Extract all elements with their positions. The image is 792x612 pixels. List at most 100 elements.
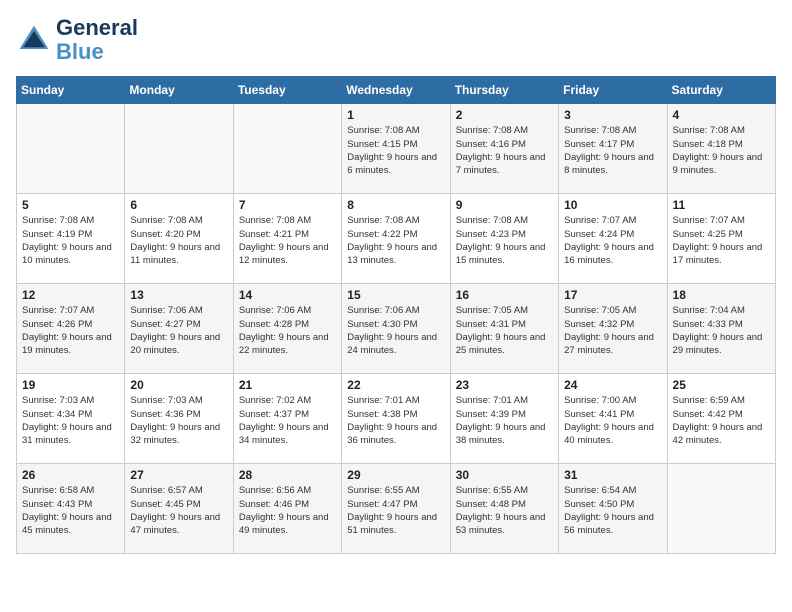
day-info: Sunrise: 7:07 AM Sunset: 4:24 PM Dayligh… [564,214,661,267]
day-number: 22 [347,378,444,392]
logo-text: GeneralBlue [56,16,138,64]
calendar-header: SundayMondayTuesdayWednesdayThursdayFrid… [17,77,776,104]
calendar-week-row: 5 Sunrise: 7:08 AM Sunset: 4:19 PM Daylig… [17,194,776,284]
day-info: Sunrise: 7:03 AM Sunset: 4:34 PM Dayligh… [22,394,119,447]
day-number: 26 [22,468,119,482]
day-number: 3 [564,108,661,122]
day-number: 24 [564,378,661,392]
calendar-cell: 21 Sunrise: 7:02 AM Sunset: 4:37 PM Dayli… [233,374,341,464]
calendar-cell: 6 Sunrise: 7:08 AM Sunset: 4:20 PM Daylig… [125,194,233,284]
day-number: 16 [456,288,553,302]
calendar-cell: 26Sunrise: 6:58 AM Sunset: 4:43 PM Dayli… [17,464,125,554]
day-number: 13 [130,288,227,302]
calendar-cell [125,104,233,194]
day-number: 27 [130,468,227,482]
calendar-cell: 8 Sunrise: 7:08 AM Sunset: 4:22 PM Daylig… [342,194,450,284]
calendar-cell: 14Sunrise: 7:06 AM Sunset: 4:28 PM Dayli… [233,284,341,374]
day-info: Sunrise: 7:05 AM Sunset: 4:31 PM Dayligh… [456,304,553,357]
calendar-cell: 4 Sunrise: 7:08 AM Sunset: 4:18 PM Daylig… [667,104,775,194]
day-info: Sunrise: 7:01 AM Sunset: 4:39 PM Dayligh… [456,394,553,447]
day-number: 31 [564,468,661,482]
day-number: 12 [22,288,119,302]
weekday-header: Saturday [667,77,775,104]
day-number: 11 [673,198,770,212]
day-info: Sunrise: 6:54 AM Sunset: 4:50 PM Dayligh… [564,484,661,537]
day-info: Sunrise: 7:04 AM Sunset: 4:33 PM Dayligh… [673,304,770,357]
calendar-cell: 10 Sunrise: 7:07 AM Sunset: 4:24 PM Dayli… [559,194,667,284]
calendar-cell: 30 Sunrise: 6:55 AM Sunset: 4:48 PM Dayli… [450,464,558,554]
day-number: 1 [347,108,444,122]
day-info: Sunrise: 7:02 AM Sunset: 4:37 PM Dayligh… [239,394,336,447]
weekday-header: Monday [125,77,233,104]
weekday-header: Tuesday [233,77,341,104]
day-number: 8 [347,198,444,212]
day-info: Sunrise: 7:08 AM Sunset: 4:22 PM Dayligh… [347,214,444,267]
calendar-cell: 19 Sunrise: 7:03 AM Sunset: 4:34 PM Dayli… [17,374,125,464]
day-info: Sunrise: 7:07 AM Sunset: 4:26 PM Dayligh… [22,304,119,357]
day-number: 29 [347,468,444,482]
calendar-cell: 5 Sunrise: 7:08 AM Sunset: 4:19 PM Daylig… [17,194,125,284]
calendar-cell: 7Sunrise: 7:08 AM Sunset: 4:21 PM Daylig… [233,194,341,284]
calendar-cell: 28Sunrise: 6:56 AM Sunset: 4:46 PM Dayli… [233,464,341,554]
calendar-week-row: 1 Sunrise: 7:08 AM Sunset: 4:15 PM Daylig… [17,104,776,194]
logo: GeneralBlue [16,16,138,64]
calendar-cell: 23Sunrise: 7:01 AM Sunset: 4:39 PM Dayli… [450,374,558,464]
weekday-header: Friday [559,77,667,104]
day-info: Sunrise: 7:00 AM Sunset: 4:41 PM Dayligh… [564,394,661,447]
day-info: Sunrise: 6:55 AM Sunset: 4:47 PM Dayligh… [347,484,444,537]
day-info: Sunrise: 7:08 AM Sunset: 4:19 PM Dayligh… [22,214,119,267]
day-info: Sunrise: 6:55 AM Sunset: 4:48 PM Dayligh… [456,484,553,537]
day-number: 5 [22,198,119,212]
calendar-week-row: 12 Sunrise: 7:07 AM Sunset: 4:26 PM Dayli… [17,284,776,374]
calendar-cell: 13Sunrise: 7:06 AM Sunset: 4:27 PM Dayli… [125,284,233,374]
day-number: 9 [456,198,553,212]
day-number: 25 [673,378,770,392]
day-info: Sunrise: 7:05 AM Sunset: 4:32 PM Dayligh… [564,304,661,357]
day-info: Sunrise: 7:08 AM Sunset: 4:17 PM Dayligh… [564,124,661,177]
weekday-header: Wednesday [342,77,450,104]
calendar-cell: 22 Sunrise: 7:01 AM Sunset: 4:38 PM Dayli… [342,374,450,464]
day-info: Sunrise: 7:08 AM Sunset: 4:15 PM Dayligh… [347,124,444,177]
weekday-header: Thursday [450,77,558,104]
day-number: 10 [564,198,661,212]
day-number: 19 [22,378,119,392]
calendar-week-row: 26Sunrise: 6:58 AM Sunset: 4:43 PM Dayli… [17,464,776,554]
calendar-cell: 2 Sunrise: 7:08 AM Sunset: 4:16 PM Daylig… [450,104,558,194]
calendar-cell: 12 Sunrise: 7:07 AM Sunset: 4:26 PM Dayli… [17,284,125,374]
calendar-cell: 3 Sunrise: 7:08 AM Sunset: 4:17 PM Daylig… [559,104,667,194]
day-number: 7 [239,198,336,212]
logo-icon [16,22,52,58]
calendar-cell: 25 Sunrise: 6:59 AM Sunset: 4:42 PM Dayli… [667,374,775,464]
calendar-cell [667,464,775,554]
day-number: 21 [239,378,336,392]
day-number: 15 [347,288,444,302]
day-number: 20 [130,378,227,392]
day-number: 4 [673,108,770,122]
calendar-cell: 24 Sunrise: 7:00 AM Sunset: 4:41 PM Dayli… [559,374,667,464]
day-number: 2 [456,108,553,122]
day-info: Sunrise: 6:59 AM Sunset: 4:42 PM Dayligh… [673,394,770,447]
calendar-cell: 20 Sunrise: 7:03 AM Sunset: 4:36 PM Dayli… [125,374,233,464]
day-info: Sunrise: 7:08 AM Sunset: 4:23 PM Dayligh… [456,214,553,267]
day-info: Sunrise: 7:03 AM Sunset: 4:36 PM Dayligh… [130,394,227,447]
day-info: Sunrise: 7:01 AM Sunset: 4:38 PM Dayligh… [347,394,444,447]
day-info: Sunrise: 7:06 AM Sunset: 4:28 PM Dayligh… [239,304,336,357]
calendar-cell: 9 Sunrise: 7:08 AM Sunset: 4:23 PM Daylig… [450,194,558,284]
day-info: Sunrise: 7:06 AM Sunset: 4:30 PM Dayligh… [347,304,444,357]
day-number: 18 [673,288,770,302]
day-number: 17 [564,288,661,302]
day-info: Sunrise: 7:08 AM Sunset: 4:20 PM Dayligh… [130,214,227,267]
page-header: GeneralBlue [16,16,776,64]
calendar-cell: 16 Sunrise: 7:05 AM Sunset: 4:31 PM Dayli… [450,284,558,374]
calendar-cell [17,104,125,194]
calendar-cell: 11 Sunrise: 7:07 AM Sunset: 4:25 PM Dayli… [667,194,775,284]
day-info: Sunrise: 7:07 AM Sunset: 4:25 PM Dayligh… [673,214,770,267]
day-number: 30 [456,468,553,482]
calendar-cell: 29 Sunrise: 6:55 AM Sunset: 4:47 PM Dayli… [342,464,450,554]
day-number: 6 [130,198,227,212]
day-info: Sunrise: 7:08 AM Sunset: 4:16 PM Dayligh… [456,124,553,177]
calendar-week-row: 19 Sunrise: 7:03 AM Sunset: 4:34 PM Dayli… [17,374,776,464]
calendar-cell: 31 Sunrise: 6:54 AM Sunset: 4:50 PM Dayli… [559,464,667,554]
calendar-cell: 1 Sunrise: 7:08 AM Sunset: 4:15 PM Daylig… [342,104,450,194]
day-info: Sunrise: 7:08 AM Sunset: 4:18 PM Dayligh… [673,124,770,177]
